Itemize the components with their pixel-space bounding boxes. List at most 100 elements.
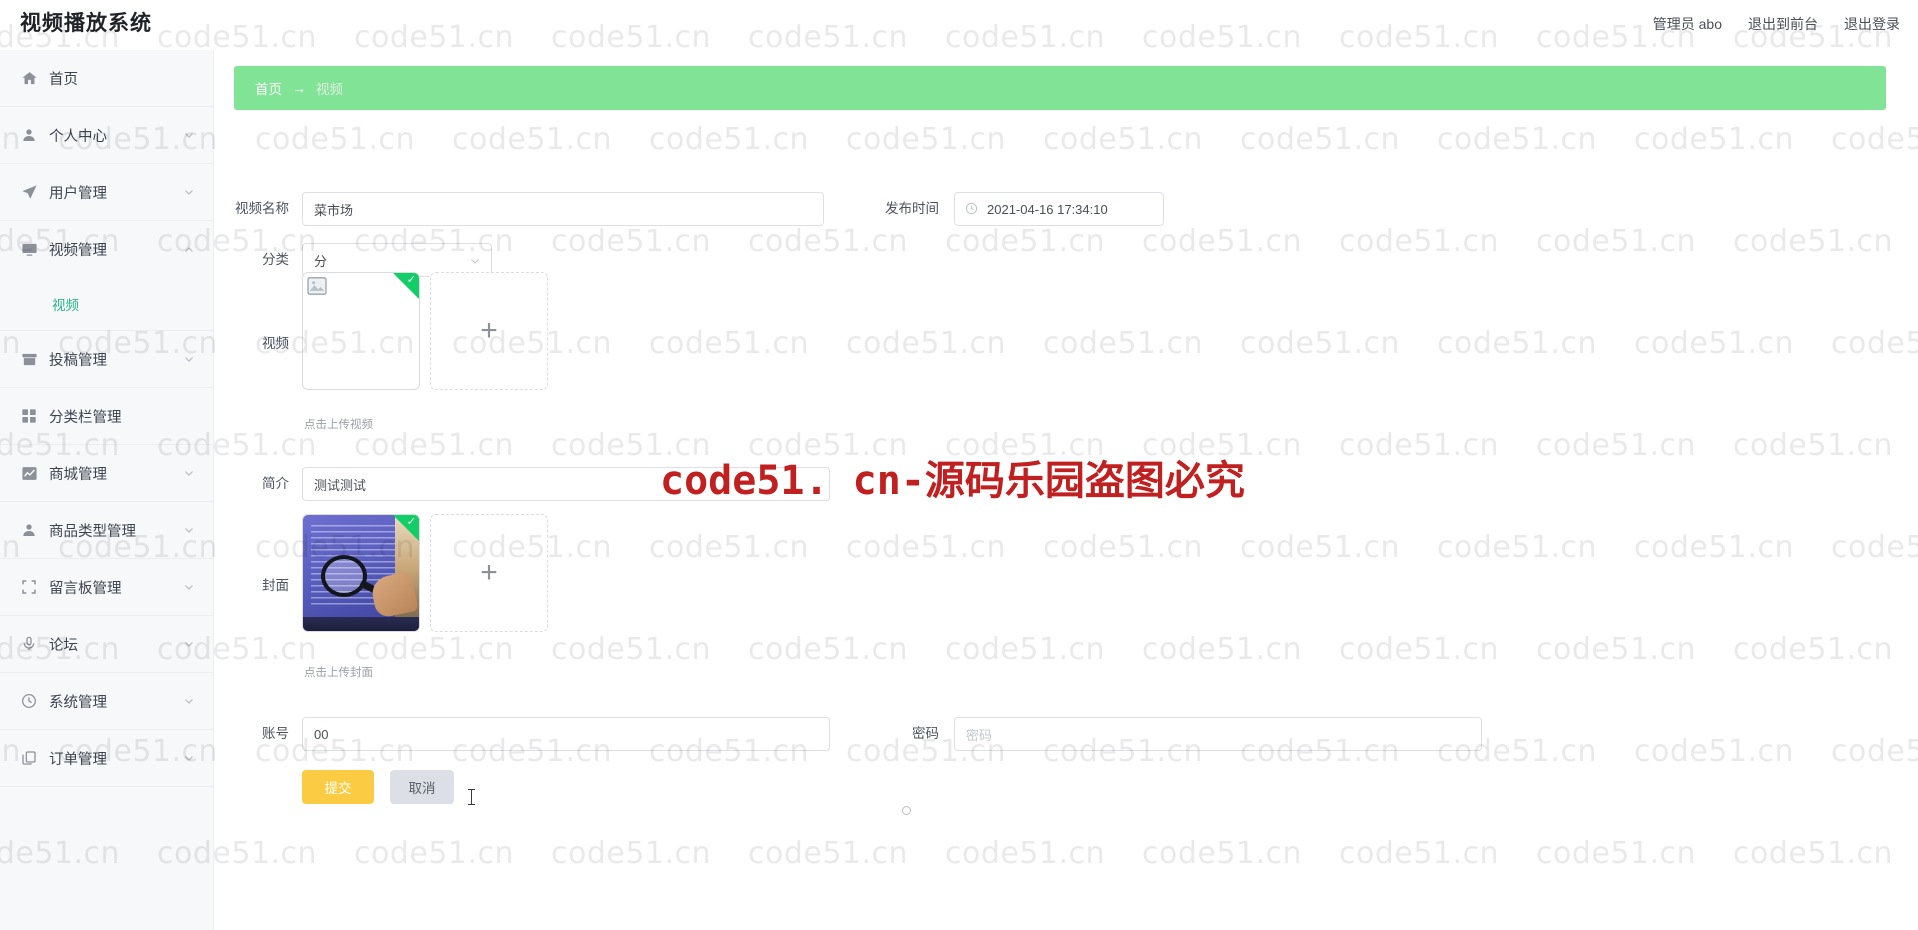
- current-user-label[interactable]: 管理员 abo: [1653, 14, 1722, 34]
- account-value: 00: [314, 726, 329, 742]
- cancel-button[interactable]: 取消: [390, 770, 454, 804]
- breadcrumb-separator-icon: →: [292, 80, 306, 96]
- chevron-down-icon: [183, 695, 195, 707]
- breadcrumb-home[interactable]: 首页: [255, 78, 282, 98]
- chevron-down-icon: [183, 467, 195, 479]
- app-title: 视频播放系统: [20, 12, 152, 35]
- sidebar-item-label: 分类栏管理: [49, 409, 122, 426]
- text-cursor-artifact: [468, 789, 475, 805]
- video-add-tile[interactable]: +: [430, 272, 548, 390]
- mic-icon: [20, 635, 38, 653]
- password-label: 密码: [912, 726, 939, 741]
- sidebar-item-message-board-management[interactable]: 留言板管理: [0, 559, 213, 616]
- grid-icon: [20, 407, 38, 425]
- sidebar-item-label: 视频管理: [49, 243, 107, 259]
- clock-icon: [20, 692, 38, 710]
- check-icon: ✓: [406, 516, 416, 528]
- main-content: 首页 → 视频 视频名称 菜市场 发布时间 2021-04-16 17:34:1…: [214, 50, 1918, 930]
- password-input[interactable]: 密码: [954, 717, 1482, 751]
- sidebar-item-order-management[interactable]: 订单管理: [0, 730, 213, 787]
- account-field-marker-icon: [902, 806, 911, 815]
- sidebar-item-label: 个人中心: [49, 128, 107, 145]
- sidebar-item-personal-center[interactable]: 个人中心: [0, 107, 213, 164]
- video-edit-form: 视频名称 菜市场 发布时间 2021-04-16 17:34:10 分类 分 视…: [214, 122, 1918, 930]
- monitor-icon: [20, 241, 38, 259]
- video-upload-label: 视频: [262, 336, 289, 351]
- sidebar-item-label: 论坛: [49, 637, 78, 654]
- chevron-down-icon: [183, 581, 195, 593]
- sidebar-item-submission-management[interactable]: 投稿管理: [0, 331, 213, 388]
- chevron-down-icon: [183, 353, 195, 365]
- check-icon: ✓: [406, 274, 416, 286]
- cancel-button-label: 取消: [408, 781, 436, 796]
- sidebar-item-video-management[interactable]: 视频管理: [0, 221, 213, 278]
- send-icon: [20, 183, 38, 201]
- category-value: 分: [314, 253, 328, 269]
- chevron-down-icon: [183, 638, 195, 650]
- chevron-down-icon: [183, 186, 195, 198]
- sidebar-item-label: 订单管理: [49, 751, 107, 768]
- logout-link[interactable]: 退出登录: [1844, 14, 1900, 34]
- publish-time-label: 发布时间: [885, 201, 939, 216]
- video-name-input[interactable]: 菜市场: [302, 192, 824, 226]
- clock-icon: [965, 202, 979, 216]
- sidebar-item-label: 系统管理: [49, 694, 107, 711]
- sidebar-item-mall-management[interactable]: 商城管理: [0, 445, 213, 502]
- sidebar-item-system-management[interactable]: 系统管理: [0, 673, 213, 730]
- chart-icon: [20, 464, 38, 482]
- sidebar: 首页 个人中心 用户管理 视频管理 视频 投稿管理 分类栏管理 商城管理 商品类…: [0, 50, 214, 930]
- sidebar-item-home[interactable]: 首页: [0, 50, 213, 107]
- sidebar-item-label: 商城管理: [49, 466, 107, 483]
- publish-time-picker[interactable]: 2021-04-16 17:34:10: [954, 192, 1164, 226]
- summary-label: 简介: [262, 476, 289, 491]
- summary-value: 测试测试: [314, 477, 367, 493]
- cover-uploaded-thumb[interactable]: ✓: [302, 514, 420, 632]
- user-icon: [20, 521, 38, 539]
- sidebar-subitem-video[interactable]: 视频: [0, 278, 213, 331]
- chevron-up-icon: [183, 244, 195, 256]
- archive-icon: [20, 350, 38, 368]
- sidebar-item-forum[interactable]: 论坛: [0, 616, 213, 673]
- cover-upload-group: ✓ +: [302, 514, 548, 632]
- sidebar-item-label: 投稿管理: [49, 352, 107, 369]
- publish-time-value: 2021-04-16 17:34:10: [987, 201, 1108, 217]
- no-arrow: [183, 410, 195, 422]
- header-actions: 管理员 abo 退出到前台 退出登录: [1653, 14, 1900, 34]
- chevron-down-icon: [183, 752, 195, 764]
- chevron-down-icon: [469, 255, 481, 267]
- sidebar-subitem-label: 视频: [52, 298, 79, 313]
- cover-upload-label: 封面: [262, 578, 289, 593]
- video-uploaded-thumb[interactable]: ✓: [302, 272, 420, 390]
- account-input[interactable]: 00: [302, 717, 830, 751]
- submit-button[interactable]: 提交: [302, 770, 374, 804]
- video-name-value: 菜市场: [314, 202, 354, 218]
- top-header: 视频播放系统 管理员 abo 退出到前台 退出登录: [0, 0, 1918, 50]
- video-name-label: 视频名称: [235, 201, 289, 216]
- plus-icon: +: [480, 556, 498, 589]
- user-icon: [20, 126, 38, 144]
- video-upload-hint: 点击上传视频: [304, 419, 373, 431]
- category-label: 分类: [262, 252, 289, 267]
- summary-input[interactable]: 测试测试: [302, 467, 830, 501]
- sidebar-item-label: 留言板管理: [49, 580, 122, 597]
- cover-add-tile[interactable]: +: [430, 514, 548, 632]
- frame-icon: [20, 578, 38, 596]
- submit-button-label: 提交: [324, 781, 352, 796]
- sidebar-item-label: 用户管理: [49, 185, 107, 202]
- video-upload-group: ✓ +: [302, 272, 548, 390]
- chevron-down-icon: [183, 129, 195, 141]
- sidebar-item-category-management[interactable]: 分类栏管理: [0, 388, 213, 445]
- breadcrumb-current: 视频: [316, 82, 343, 97]
- broken-image-icon: [307, 277, 327, 295]
- exit-to-frontend-link[interactable]: 退出到前台: [1748, 14, 1818, 34]
- sidebar-item-product-type-management[interactable]: 商品类型管理: [0, 502, 213, 559]
- plus-icon: +: [480, 314, 498, 347]
- sidebar-item-user-management[interactable]: 用户管理: [0, 164, 213, 221]
- cover-upload-hint: 点击上传封面: [304, 667, 373, 679]
- chevron-down-icon: [183, 524, 195, 536]
- sidebar-item-label: 首页: [49, 71, 78, 88]
- home-icon: [20, 69, 38, 87]
- password-placeholder: 密码: [966, 727, 993, 743]
- account-label: 账号: [262, 726, 289, 741]
- breadcrumb: 首页 → 视频: [234, 66, 1886, 110]
